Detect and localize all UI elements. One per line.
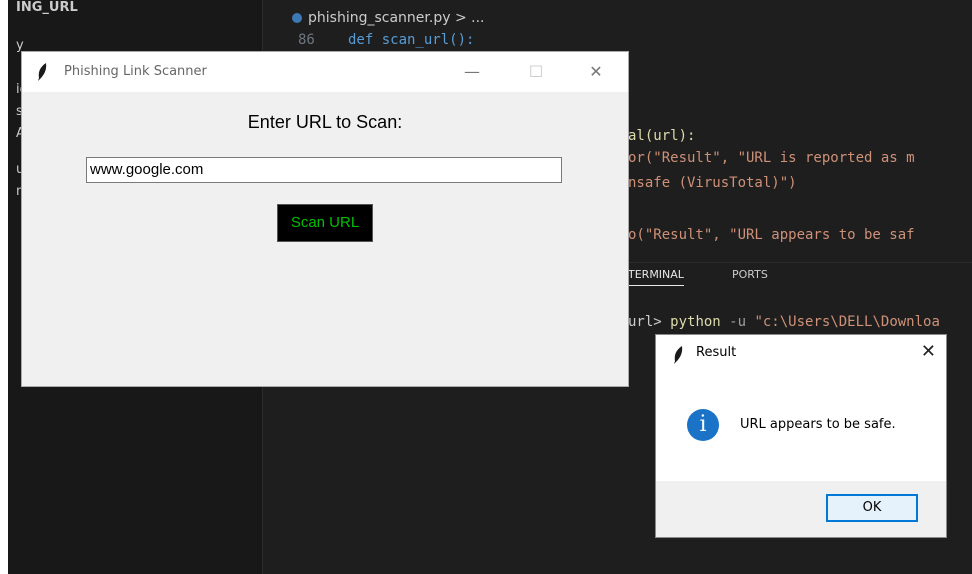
code-def-line: def scan_url(): [348,32,475,48]
editor-tab[interactable]: phishing_scanner.py > ... [292,10,484,26]
feather-icon [38,63,47,81]
sidebar-item[interactable]: y [16,38,24,53]
ok-button[interactable]: OK [826,494,918,522]
close-button[interactable]: ✕ [576,56,616,88]
minimize-button[interactable]: — [452,56,492,88]
sidebar-title: ING_URL [16,0,78,15]
code-line: nsafe (VirusTotal)") [628,175,797,191]
tab-terminal[interactable]: TERMINAL [628,268,684,286]
tab-label: phishing_scanner.py > ... [308,10,485,26]
window-titlebar[interactable]: Phishing Link Scanner — ☐ ✕ [22,52,628,92]
code-line: al(url): [628,128,696,144]
terminal-flag: -u [720,314,755,330]
tab-ports[interactable]: PORTS [732,268,768,281]
dialog-close-button[interactable]: ✕ [921,341,936,362]
dialog-title: Result [696,345,737,360]
terminal-command: python [670,314,721,330]
scan-url-button[interactable]: Scan URL [277,204,373,242]
dialog-message: URL appears to be safe. [740,417,896,432]
code-line: o("Result", "URL appears to be saf [628,227,915,243]
url-prompt-label: Enter URL to Scan: [247,112,403,132]
url-input[interactable]: www.google.com [86,157,562,183]
maximize-button[interactable]: ☐ [516,56,556,88]
terminal-prompt: url> [628,314,671,330]
info-icon: i [687,409,719,441]
result-dialog: Result ✕ i URL appears to be safe. OK [656,335,946,537]
feather-icon [674,346,683,364]
terminal-path: "c:\Users\DELL\Downloa [754,314,940,330]
code-line: or("Result", "URL is reported as m [628,150,915,166]
python-file-icon [292,13,302,23]
terminal-line: url> python -u "c:\Users\DELL\Downloa [628,314,940,330]
window-title: Phishing Link Scanner [64,64,207,79]
scanner-window: Phishing Link Scanner — ☐ ✕ Enter URL to… [22,52,628,386]
line-number: 86 [298,32,315,48]
